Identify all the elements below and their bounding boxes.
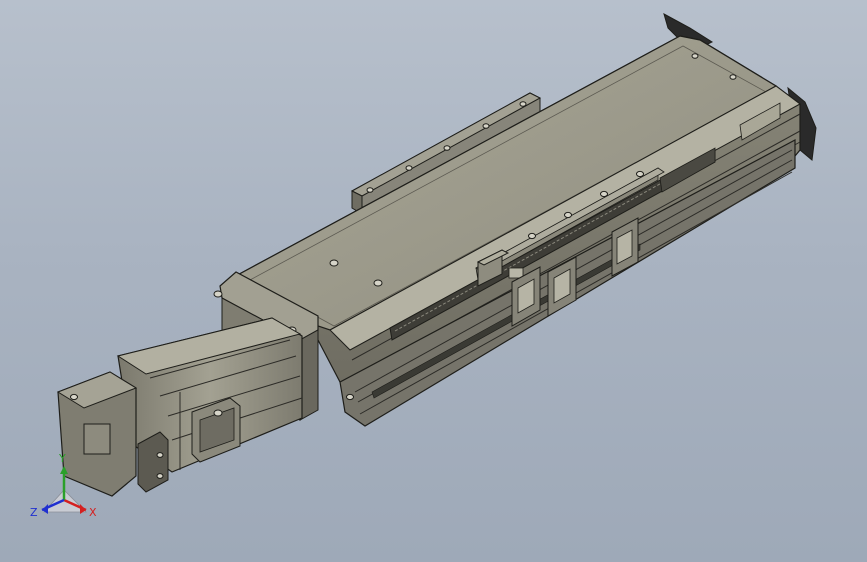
triad-x-label: X — [89, 506, 97, 519]
encoder-connector — [137, 431, 169, 493]
graphics-viewport[interactable]: X Y Z — [0, 0, 867, 562]
model-canvas[interactable]: X Y Z — [0, 0, 867, 562]
triad-y-label: Y — [58, 452, 66, 465]
motor-end-cap — [56, 371, 138, 497]
triad-z-label: Z — [30, 506, 38, 519]
